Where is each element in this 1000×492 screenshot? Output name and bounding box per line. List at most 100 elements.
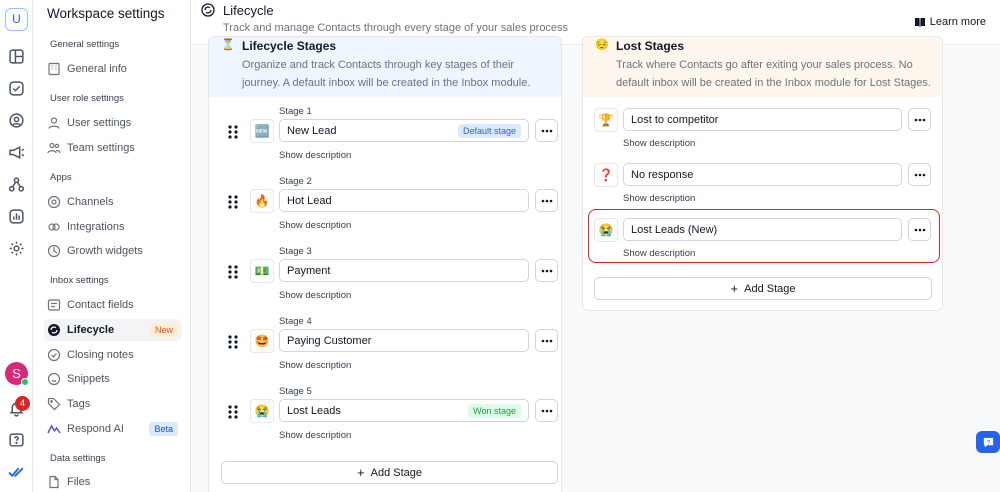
lost-stages-description: Track where Contacts go after exiting yo… [616,59,931,89]
lifecycle-icon [201,3,215,17]
more-dots-icon [541,269,553,273]
workflow-icon[interactable] [8,176,25,193]
sidebar-item-snippets[interactable]: Snippets [44,368,182,390]
sidebar-item-general-info[interactable]: General info [44,58,182,80]
section-general-settings: General settings [50,39,120,50]
more-dots-icon [541,339,553,343]
lost-stages-panel: 😔 Lost Stages Track where Contacts go af… [582,36,943,311]
stage-name-input[interactable]: Payment [279,259,529,282]
contact-icon[interactable] [8,112,25,129]
stage-emoji-picker[interactable]: 🤩 [250,329,274,353]
integrations-icon [47,220,61,234]
stage-more-button[interactable] [535,399,558,422]
more-dots-icon [914,118,926,122]
show-description-link[interactable]: Show description [279,430,351,441]
stage-more-button[interactable] [535,119,558,142]
plus-icon: + [357,465,365,480]
stage-more-button[interactable] [535,189,558,212]
show-description-link[interactable]: Show description [623,193,695,204]
user-avatar[interactable]: S [5,362,29,386]
stage-more-button[interactable] [535,329,558,352]
drag-handle-icon[interactable] [226,124,240,140]
drag-handle-icon[interactable] [226,334,240,350]
sidebar-item-respond-ai[interactable]: Respond AI Beta [44,418,182,440]
icon-rail: U S 4 [0,0,33,492]
chat-help-button[interactable]: ? [976,431,1000,453]
stage-emoji-picker[interactable]: 🔥 [250,189,274,213]
show-description-link[interactable]: Show description [279,360,351,371]
stage-more-button[interactable] [908,108,931,131]
stage-badge: Default stage [457,123,521,138]
reports-icon[interactable] [8,208,25,225]
broadcast-icon[interactable] [8,144,25,161]
sidebar-item-integrations[interactable]: Integrations [44,216,182,238]
sidebar-item-closing-notes[interactable]: Closing notes [44,344,182,366]
inbox-icon[interactable] [8,80,25,97]
stage-label: Stage 3 [279,246,312,257]
widgets-icon [47,244,61,258]
sidebar-title: Workspace settings [47,6,165,21]
sidebar-item-lifecycle[interactable]: Lifecycle New [44,319,182,341]
sidebar-item-contact-fields[interactable]: Contact fields [44,294,182,316]
show-description-link[interactable]: Show description [279,150,351,161]
stage-name-input[interactable]: New Lead Default stage [279,119,529,142]
stage-emoji-picker[interactable]: 💵 [250,259,274,283]
stage-label: Stage 1 [279,106,312,117]
more-dots-icon [541,129,553,133]
stage-emoji-picker[interactable]: ❓ [594,163,618,187]
stage-emoji-picker[interactable]: 🏆 [594,108,618,132]
lifecycle-stages-header: ⏳ Lifecycle Stages Organize and track Co… [209,37,561,97]
stage-name-input[interactable]: Paying Customer [279,329,529,352]
drag-handle-icon[interactable] [226,194,240,210]
layout-icon[interactable] [8,48,25,65]
sidebar-item-tags[interactable]: Tags [44,393,182,415]
respond-ai-icon [47,422,61,436]
help-icon[interactable] [8,432,25,449]
page-subtitle: Track and manage Contacts through every … [223,22,569,34]
check-circle-icon [47,348,61,362]
workspace-switcher[interactable]: U [5,8,28,31]
svg-text:?: ? [986,439,990,446]
stage-label: Stage 2 [279,176,312,187]
stage-name-input[interactable]: Hot Lead [279,189,529,212]
main-content: ⏳ Lifecycle Stages Organize and track Co… [191,36,1000,492]
lifecycle-stages-title: Lifecycle Stages [242,39,337,53]
lost-stage-name-input[interactable]: No response [623,163,902,186]
stage-label: Stage 4 [279,316,312,327]
drag-handle-icon[interactable] [226,264,240,280]
section-inbox-settings: Inbox settings [50,275,109,286]
stage-label: Stage 5 [279,386,312,397]
plus-icon: + [730,281,739,296]
team-icon [47,141,61,155]
stage-more-button[interactable] [908,163,931,186]
channels-icon [47,195,61,209]
show-description-link[interactable]: Show description [279,220,351,231]
add-lost-stage-button[interactable]: + Add Stage [594,277,932,300]
drag-handle-icon[interactable] [226,404,240,420]
page-title: Lifecycle [223,3,274,18]
lost-stage-name-input[interactable]: Lost to competitor [623,108,902,131]
settings-icon[interactable] [8,240,25,257]
sidebar-item-team-settings[interactable]: Team settings [44,137,182,159]
sidebar-item-files[interactable]: Files [44,471,182,492]
learn-more-link[interactable]: Learn more [914,16,986,28]
building-icon [47,62,61,76]
stage-more-button[interactable] [535,259,558,282]
sidebar-item-growth-widgets[interactable]: Growth widgets [44,240,182,262]
stage-name-input[interactable]: Lost Leads Won stage [279,399,529,422]
tag-icon [47,397,61,411]
sidebar-item-channels[interactable]: Channels [44,191,182,213]
stage-emoji-picker[interactable]: 🆕 [250,119,274,143]
more-dots-icon [541,199,553,203]
settings-sidebar: Workspace settings General settings Gene… [34,0,191,492]
sad-face-icon: 😔 [595,39,609,51]
highlighted-stage-outline [588,209,940,263]
stage-emoji-picker[interactable]: 😭 [250,399,274,423]
more-dots-icon [541,409,553,413]
beta-badge: Beta [149,422,178,436]
sidebar-item-user-settings[interactable]: User settings [44,112,182,134]
show-description-link[interactable]: Show description [623,138,695,149]
online-status-dot [21,378,29,386]
show-description-link[interactable]: Show description [279,290,351,301]
add-lifecycle-stage-button[interactable]: + Add Stage [221,461,558,484]
